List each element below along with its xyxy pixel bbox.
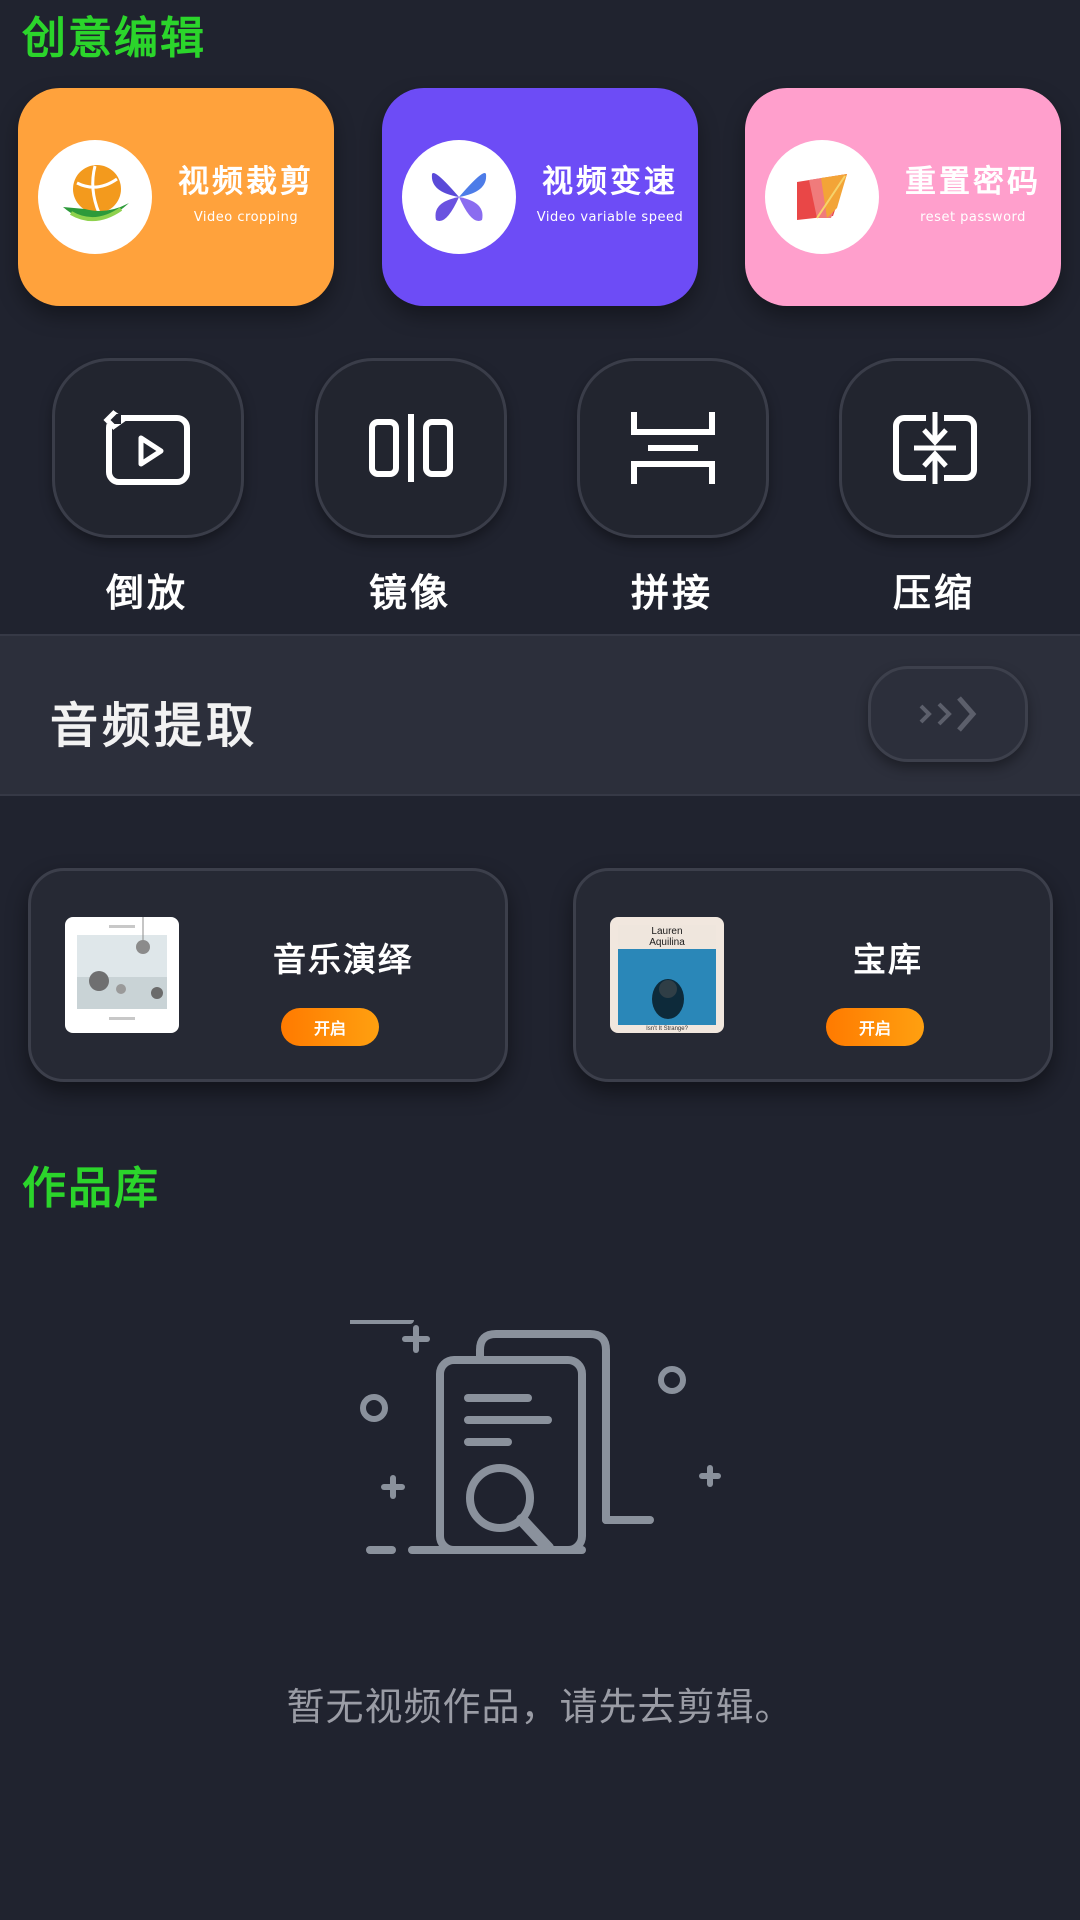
music-performance-card[interactable]: 音乐演绎 开启	[28, 868, 508, 1082]
orange-ball-icon	[38, 140, 152, 254]
tool-reverse-button[interactable]	[52, 358, 244, 538]
compress-icon	[893, 412, 977, 484]
video-variable-speed-card[interactable]: 视频变速 Video variable speed	[382, 88, 698, 306]
music-card-title: 宝库	[853, 940, 923, 979]
feature-card-title: 视频裁剪	[178, 164, 314, 200]
cover-subtitle: Aquilina	[649, 937, 685, 948]
feature-card-subtitle: Video variable speed	[536, 210, 684, 225]
butterfly-flower-icon	[402, 140, 516, 254]
tool-label: 镜像	[368, 571, 451, 615]
cover-caption: Isn't It Strange?	[646, 1026, 688, 1032]
chevrons-right-icon	[919, 696, 977, 732]
audio-extract-bar[interactable]: 音频提取	[0, 634, 1080, 796]
tool-mirror[interactable]: 镜像	[315, 358, 507, 617]
tool-label: 拼接	[630, 571, 713, 615]
empty-document-search-icon	[346, 1316, 730, 1580]
tool-label: 倒放	[105, 571, 188, 615]
cover-title: Lauren	[651, 926, 682, 937]
feature-card-subtitle: reset password	[920, 210, 1026, 225]
tool-mirror-button[interactable]	[315, 358, 507, 538]
tool-compress[interactable]: 压缩	[839, 358, 1031, 617]
open-button[interactable]: 开启	[826, 1008, 924, 1046]
empty-state-text: 暂无视频作品，请先去剪辑。	[286, 1685, 794, 1729]
reset-password-card[interactable]: 重置密码 reset password	[745, 88, 1061, 306]
mirror-icon	[369, 414, 453, 482]
tool-splice-button[interactable]	[577, 358, 769, 538]
feature-card-title: 视频变速	[542, 164, 678, 200]
tool-splice[interactable]: 拼接	[577, 358, 769, 617]
album-cover-lauren-aquilina: Lauren Aquilina Isn't It Strange?	[610, 917, 724, 1033]
tool-label: 压缩	[892, 571, 975, 615]
section-title-works-library: 作品库	[22, 1163, 160, 1214]
colorful-flag-icon	[765, 140, 879, 254]
section-title-creative-edit: 创意编辑	[22, 13, 206, 64]
tool-compress-button[interactable]	[839, 358, 1031, 538]
treasure-library-card[interactable]: Lauren Aquilina Isn't It Strange? 宝库 开启	[573, 868, 1053, 1082]
feature-card-subtitle: Video cropping	[193, 210, 299, 225]
video-cropping-card[interactable]: 视频裁剪 Video cropping	[18, 88, 334, 306]
tool-reverse[interactable]: 倒放	[52, 358, 244, 617]
open-button[interactable]: 开启	[281, 1008, 379, 1046]
splice-icon	[631, 412, 715, 484]
feature-card-title: 重置密码	[905, 164, 1041, 200]
audio-extract-title: 音频提取	[50, 698, 259, 754]
audio-extract-go-button[interactable]	[868, 666, 1028, 762]
reverse-play-icon	[103, 410, 190, 485]
page: 创意编辑 视频裁剪 Video cropping 视频变速 Video vari…	[0, 0, 1080, 1920]
album-cover-art	[65, 917, 179, 1033]
music-card-title: 音乐演绎	[273, 940, 413, 979]
